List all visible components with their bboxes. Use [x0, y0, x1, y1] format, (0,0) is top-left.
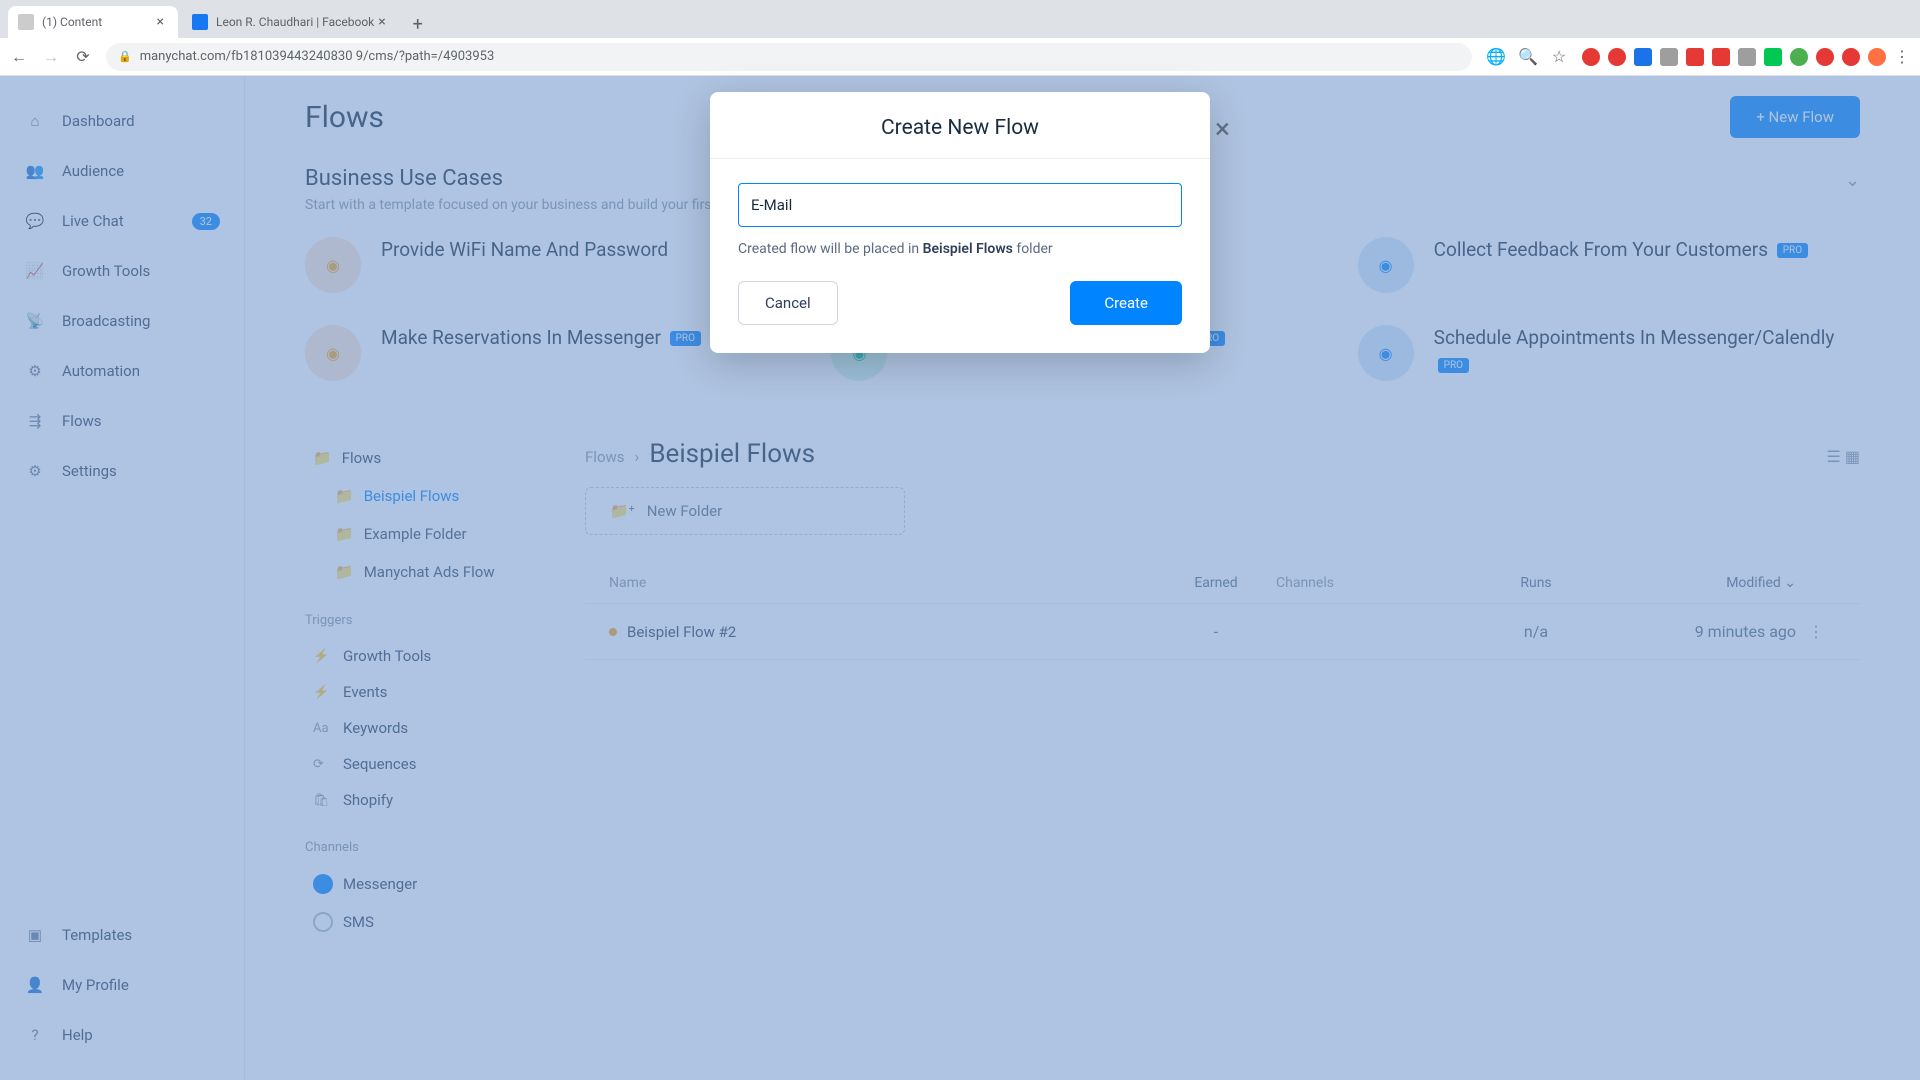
extension-icon[interactable] — [1790, 48, 1808, 66]
browser-tab[interactable]: Leon R. Chaudhari | Facebook × — [182, 6, 400, 38]
extension-icon[interactable] — [1816, 48, 1834, 66]
tab-title: (1) Content — [42, 15, 102, 29]
tab-close-icon[interactable]: × — [374, 14, 389, 30]
tab-favicon — [192, 14, 208, 30]
translate-icon[interactable]: 🌐 — [1486, 47, 1504, 66]
star-icon[interactable]: ☆ — [1550, 47, 1568, 66]
extension-icon[interactable] — [1608, 48, 1626, 66]
extension-icon[interactable] — [1738, 48, 1756, 66]
extension-icon[interactable] — [1686, 48, 1704, 66]
create-flow-modal: Create New Flow × Created flow will be p… — [710, 92, 1210, 353]
reload-button[interactable]: ⟳ — [74, 47, 92, 66]
browser-toolbar: ← → ⟳ 🔒 manychat.com/fb181039443240830 9… — [0, 38, 1920, 76]
flow-name-input[interactable] — [738, 183, 1182, 227]
menu-icon[interactable]: ⋮ — [1894, 47, 1910, 66]
modal-title: Create New Flow — [881, 116, 1039, 140]
browser-tab-active[interactable]: (1) Content × — [8, 6, 178, 38]
tab-close-icon[interactable]: × — [153, 14, 168, 30]
address-bar[interactable]: 🔒 manychat.com/fb181039443240830 9/cms/?… — [106, 43, 1472, 71]
browser-tabs: (1) Content × Leon R. Chaudhari | Facebo… — [0, 0, 1920, 38]
extension-icon[interactable] — [1660, 48, 1678, 66]
extension-icon[interactable] — [1634, 48, 1652, 66]
close-icon[interactable]: × — [1215, 112, 1230, 145]
extension-icon[interactable] — [1842, 48, 1860, 66]
url-text: manychat.com/fb181039443240830 9/cms/?pa… — [140, 49, 495, 64]
back-button[interactable]: ← — [10, 47, 28, 67]
extension-icon[interactable] — [1764, 48, 1782, 66]
modal-hint: Created flow will be placed in Beispiel … — [738, 241, 1182, 257]
create-button[interactable]: Create — [1070, 281, 1182, 325]
new-tab-button[interactable]: + — [404, 10, 432, 38]
tab-title: Leon R. Chaudhari | Facebook — [216, 15, 374, 29]
cancel-button[interactable]: Cancel — [738, 281, 838, 325]
extension-icon[interactable] — [1712, 48, 1730, 66]
lock-icon: 🔒 — [118, 50, 132, 63]
forward-button[interactable]: → — [42, 47, 60, 67]
extension-icons: ⋮ — [1582, 47, 1910, 66]
tab-favicon — [18, 14, 34, 30]
extension-icon[interactable] — [1582, 48, 1600, 66]
zoom-icon[interactable]: 🔍 — [1518, 47, 1536, 66]
avatar-icon[interactable] — [1868, 48, 1886, 66]
